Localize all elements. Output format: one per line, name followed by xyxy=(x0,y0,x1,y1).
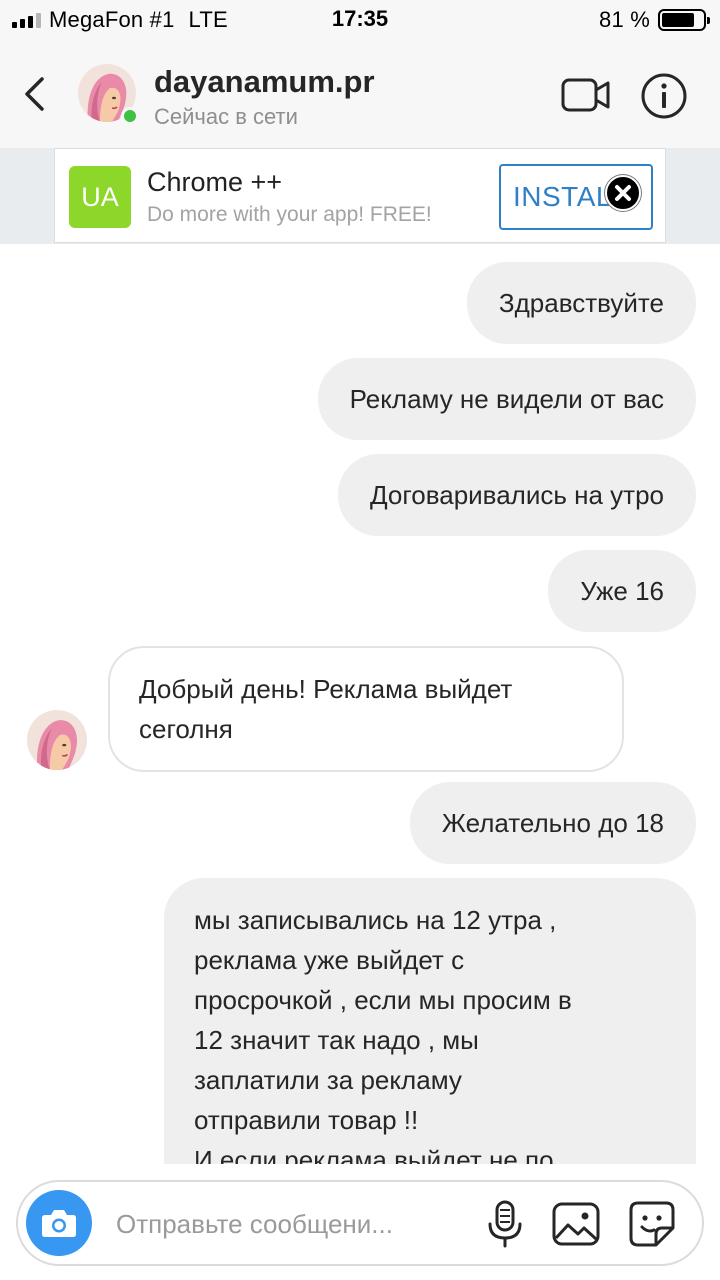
ad-subtitle: Do more with your app! FREE! xyxy=(147,203,432,226)
message-bubble-outgoing[interactable]: Уже 16 xyxy=(548,550,696,632)
sticker-button[interactable] xyxy=(626,1198,678,1250)
chevron-left-icon xyxy=(25,77,44,111)
message-text: Уже 16 xyxy=(580,576,664,606)
ad-app-logo: UA xyxy=(69,166,131,228)
message-bubble-outgoing[interactable]: Договаривались на утро xyxy=(337,454,696,536)
online-status-dot xyxy=(121,107,139,125)
message-text-line: заплатили за рекламу xyxy=(194,1065,462,1095)
message-text: Рекламу не видели от вас xyxy=(349,384,664,414)
message-text-line: И если реклама выйдет не по xyxy=(194,1145,554,1164)
message-bubble-incoming[interactable]: Добрый день! Реклама выйдет сеголня xyxy=(108,646,624,772)
info-button[interactable] xyxy=(640,72,688,120)
message-bubble-outgoing[interactable]: Рекламу не видели от вас xyxy=(317,358,696,440)
sender-avatar[interactable] xyxy=(27,710,87,770)
avatar-image xyxy=(27,710,87,770)
sticker-icon xyxy=(629,1201,675,1247)
chat-screen: MegaFon #1 LTE 17:35 81 % dayanamum.pr С… xyxy=(0,0,720,1280)
battery-percent: 81 % xyxy=(599,7,650,32)
battery-icon xyxy=(658,9,710,31)
message-composer xyxy=(16,1180,704,1266)
gallery-button[interactable] xyxy=(550,1198,602,1250)
image-icon xyxy=(552,1202,600,1246)
ad-title: Chrome ++ xyxy=(147,167,283,197)
info-icon xyxy=(641,73,687,119)
close-icon xyxy=(615,185,631,201)
chat-username[interactable]: dayanamum.pr xyxy=(154,64,375,100)
camera-icon xyxy=(42,1210,76,1237)
video-camera-icon xyxy=(561,78,610,112)
message-text-line: мы записывались на 12 утра , xyxy=(194,905,557,935)
back-button[interactable] xyxy=(18,74,54,114)
ad-close-button[interactable] xyxy=(605,175,641,211)
message-text: Здравствуйте xyxy=(498,288,664,318)
message-bubble-outgoing[interactable]: Желательно до 18 xyxy=(409,782,696,864)
message-input[interactable] xyxy=(116,1204,456,1244)
video-call-button[interactable] xyxy=(561,76,611,114)
voice-message-button[interactable] xyxy=(480,1198,530,1250)
status-bar: MegaFon #1 LTE 17:35 81 % xyxy=(0,0,720,40)
message-text-line: 12 значит так надо , мы xyxy=(194,1025,479,1055)
message-bubble-outgoing[interactable]: Здравствуйте xyxy=(466,262,696,344)
chat-header: dayanamum.pr Сейчас в сети xyxy=(0,40,720,148)
ad-banner-area: UA Chrome ++ Do more with your app! FREE… xyxy=(0,148,720,244)
message-text-line: сеголня xyxy=(139,714,233,744)
message-bubble-outgoing[interactable]: мы записывались на 12 утра , реклама уже… xyxy=(164,878,696,1164)
camera-button[interactable] xyxy=(26,1190,92,1256)
message-thread[interactable]: Здравствуйте Рекламу не видели от вас До… xyxy=(0,244,720,1164)
message-text-line: Добрый день! Реклама выйдет xyxy=(139,674,513,704)
ad-banner[interactable]: UA Chrome ++ Do more with your app! FREE… xyxy=(54,148,666,243)
presence-status: Сейчас в сети xyxy=(154,104,298,129)
message-text-line: просрочкой , если мы просим в xyxy=(194,985,572,1015)
message-text-line: реклама уже выйдет с xyxy=(194,945,465,975)
message-text: Желательно до 18 xyxy=(441,808,664,838)
message-text: Договаривались на утро xyxy=(369,480,664,510)
battery-fill xyxy=(662,13,694,27)
message-text-line: отправили товар !! xyxy=(194,1105,419,1135)
microphone-icon xyxy=(488,1200,522,1248)
